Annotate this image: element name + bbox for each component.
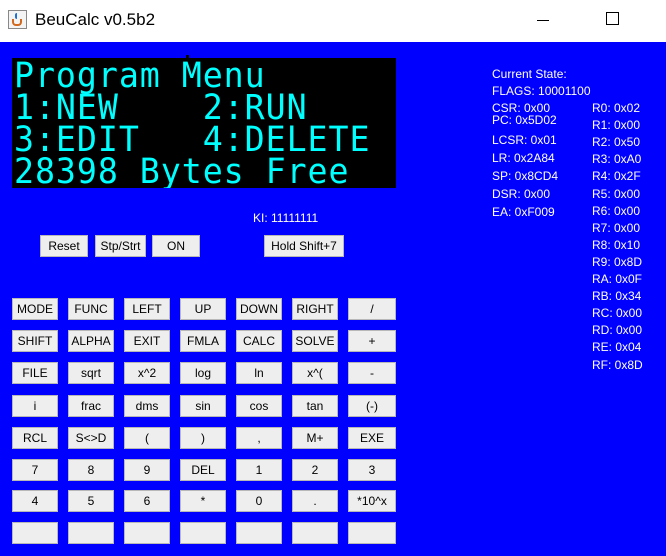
register-item: RF: 0x8D bbox=[592, 357, 643, 372]
key-r3-c2[interactable]: sqrt bbox=[68, 362, 114, 384]
key-r5-c2[interactable]: S<>D bbox=[68, 427, 114, 449]
key-r6-c6[interactable]: 2 bbox=[292, 459, 338, 481]
key-r4-c3[interactable]: dms bbox=[124, 395, 170, 417]
key-r3-c4[interactable]: log bbox=[180, 362, 226, 384]
key-r7-c3[interactable]: 6 bbox=[124, 490, 170, 512]
key-r4-c4[interactable]: sin bbox=[180, 395, 226, 417]
cpu-state-item: LR: 0x2A84 bbox=[492, 151, 555, 165]
key-r2-c6[interactable]: SOLVE bbox=[292, 330, 338, 352]
minimize-button[interactable] bbox=[520, 0, 566, 42]
minimize-icon bbox=[537, 20, 549, 21]
lcd-display: Program Menu 1:NEW 2:RUN 3:EDIT 4:DELETE… bbox=[12, 58, 396, 188]
register-item: RD: 0x00 bbox=[592, 323, 643, 338]
key-r8-c3[interactable] bbox=[124, 522, 170, 544]
key-r1-c6[interactable]: RIGHT bbox=[292, 298, 338, 320]
key-r8-c2[interactable] bbox=[68, 522, 114, 544]
key-r6-c7[interactable]: 3 bbox=[348, 459, 396, 481]
key-r2-c1[interactable]: SHIFT bbox=[12, 330, 58, 352]
cpu-state-item: EA: 0xF009 bbox=[492, 205, 555, 219]
key-r4-c2[interactable]: frac bbox=[68, 395, 114, 417]
key-r1-c3[interactable]: LEFT bbox=[124, 298, 170, 320]
key-r7-c6[interactable]: . bbox=[292, 490, 338, 512]
window-title: BeuCalc v0.5b2 bbox=[35, 10, 156, 29]
key-r2-c2[interactable]: ALPHA bbox=[68, 330, 114, 352]
key-r7-c4[interactable]: * bbox=[180, 490, 226, 512]
register-item: R5: 0x00 bbox=[592, 186, 641, 201]
key-r8-c5[interactable] bbox=[236, 522, 282, 544]
key-r7-c1[interactable]: 4 bbox=[12, 490, 58, 512]
key-r2-c7[interactable]: + bbox=[348, 330, 396, 352]
flags-readout: FLAGS: 10001100 bbox=[492, 84, 591, 98]
key-r1-c2[interactable]: FUNC bbox=[68, 298, 114, 320]
hold-shift-7-button[interactable]: Hold Shift+7 bbox=[264, 235, 344, 257]
register-item: R1: 0x00 bbox=[592, 118, 641, 133]
register-item: R2: 0x50 bbox=[592, 135, 641, 150]
key-r6-c3[interactable]: 9 bbox=[124, 459, 170, 481]
reset-button[interactable]: Reset bbox=[40, 235, 88, 257]
key-r3-c7[interactable]: - bbox=[348, 362, 396, 384]
key-r5-c3[interactable]: ( bbox=[124, 427, 170, 449]
cpu-state-item: PC: 0x5D02 bbox=[492, 113, 557, 127]
register-item: R9: 0x8D bbox=[592, 254, 643, 269]
key-r2-c5[interactable]: CALC bbox=[236, 330, 282, 352]
lcd-line-4: 28398 Bytes Free bbox=[14, 152, 350, 189]
key-r3-c6[interactable]: x^( bbox=[292, 362, 338, 384]
key-r5-c5[interactable]: , bbox=[236, 427, 282, 449]
key-r2-c3[interactable]: EXIT bbox=[124, 330, 170, 352]
register-item: RE: 0x04 bbox=[592, 340, 642, 355]
key-r8-c1[interactable] bbox=[12, 522, 58, 544]
key-r1-c4[interactable]: UP bbox=[180, 298, 226, 320]
key-r7-c7[interactable]: *10^x bbox=[348, 490, 396, 512]
key-r1-c5[interactable]: DOWN bbox=[236, 298, 282, 320]
key-r8-c7[interactable] bbox=[348, 522, 396, 544]
maximize-icon bbox=[606, 12, 619, 25]
key-r6-c5[interactable]: 1 bbox=[236, 459, 282, 481]
key-r6-c1[interactable]: 7 bbox=[12, 459, 58, 481]
title-bar: BeuCalc v0.5b2 bbox=[0, 0, 666, 42]
register-item: RC: 0x00 bbox=[592, 306, 643, 321]
register-item: RB: 0x34 bbox=[592, 289, 642, 304]
register-item: R3: 0xA0 bbox=[592, 152, 642, 167]
key-r4-c6[interactable]: tan bbox=[292, 395, 338, 417]
register-item: RA: 0x0F bbox=[592, 272, 643, 286]
key-r8-c4[interactable] bbox=[180, 522, 226, 544]
register-item: R8: 0x10 bbox=[592, 237, 641, 252]
on-button[interactable]: ON bbox=[152, 235, 200, 257]
key-r1-c7[interactable]: / bbox=[348, 298, 396, 320]
register-item: R4: 0x2F bbox=[592, 169, 641, 184]
key-r6-c4[interactable]: DEL bbox=[180, 459, 226, 481]
register-item: R0: 0x02 bbox=[592, 101, 641, 115]
cpu-state-item: DSR: 0x00 bbox=[492, 187, 551, 201]
stop-start-button[interactable]: Stp/Strt bbox=[95, 235, 146, 257]
key-r7-c5[interactable]: 0 bbox=[236, 490, 282, 512]
key-r8-c6[interactable] bbox=[292, 522, 338, 544]
key-r5-c6[interactable]: M+ bbox=[292, 427, 338, 449]
cpu-state-item: LCSR: 0x01 bbox=[492, 133, 557, 147]
key-r4-c7[interactable]: (-) bbox=[348, 395, 396, 417]
key-r3-c5[interactable]: ln bbox=[236, 362, 282, 384]
key-r3-c3[interactable]: x^2 bbox=[124, 362, 170, 384]
java-app-icon bbox=[8, 10, 27, 29]
key-r5-c7[interactable]: EXE bbox=[348, 427, 396, 449]
key-r4-c1[interactable]: i bbox=[12, 395, 58, 417]
state-header: Current State: bbox=[492, 67, 567, 81]
key-r5-c4[interactable]: ) bbox=[180, 427, 226, 449]
key-r6-c2[interactable]: 8 bbox=[68, 459, 114, 481]
key-r4-c5[interactable]: cos bbox=[236, 395, 282, 417]
cpu-state-item: SP: 0x8CD4 bbox=[492, 169, 559, 183]
key-r3-c1[interactable]: FILE bbox=[12, 362, 58, 384]
register-item: R6: 0x00 bbox=[592, 203, 641, 218]
key-r5-c1[interactable]: RCL bbox=[12, 427, 58, 449]
key-r7-c2[interactable]: 5 bbox=[68, 490, 114, 512]
key-r1-c1[interactable]: MODE bbox=[12, 298, 58, 320]
ki-readout: KI: 11111111 bbox=[253, 211, 319, 225]
maximize-button[interactable] bbox=[590, 0, 636, 42]
key-r2-c4[interactable]: FMLA bbox=[180, 330, 226, 352]
register-item: R7: 0x00 bbox=[592, 220, 641, 235]
